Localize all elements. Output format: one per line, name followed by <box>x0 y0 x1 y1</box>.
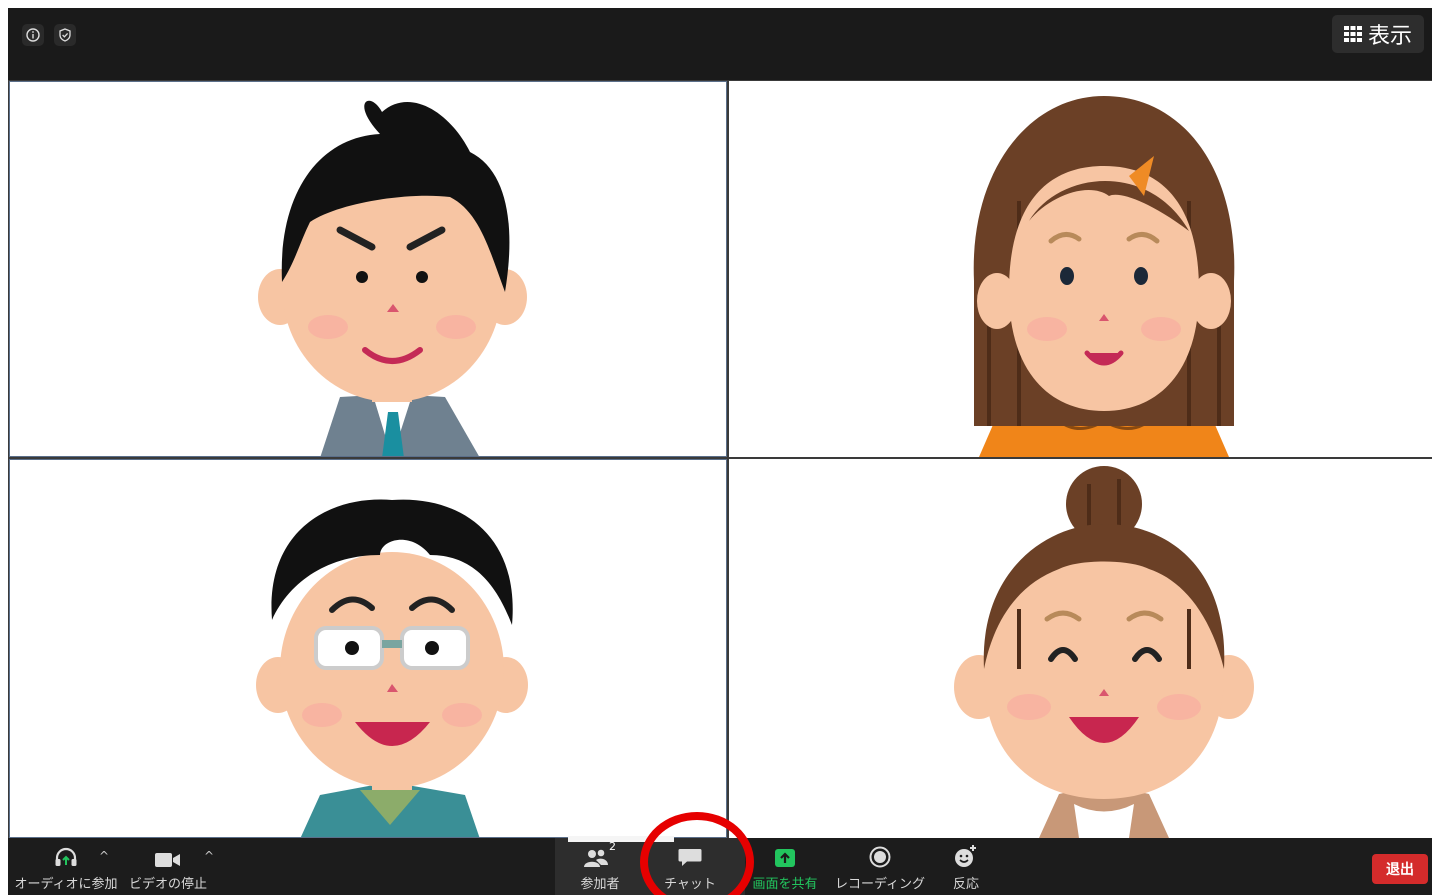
view-button-label: 表示 <box>1367 24 1412 49</box>
share-screen-icon <box>775 849 795 867</box>
video-gallery <box>8 80 1432 838</box>
participants-button[interactable]: 2 参加者 <box>568 838 632 895</box>
participant-video-tile[interactable] <box>729 81 1432 457</box>
meeting-info-icons <box>22 24 76 46</box>
participants-icon <box>584 849 608 867</box>
participant-video-tile[interactable] <box>9 81 727 457</box>
share-screen-label: 画面を共有 <box>752 877 818 892</box>
grid-view-icon <box>1343 26 1362 42</box>
man-suit-icon <box>258 100 527 456</box>
shield-check-icon[interactable] <box>54 24 76 46</box>
woman-bun-icon <box>954 466 1254 838</box>
emoji-plus-icon <box>955 845 976 867</box>
join-audio-label: オーディオに参加 <box>14 877 118 892</box>
share-screen-button[interactable]: 画面を共有 <box>748 838 822 895</box>
participants-label: 参加者 <box>580 877 620 892</box>
woman-long-hair-icon <box>973 96 1235 457</box>
info-icon[interactable] <box>22 24 44 46</box>
man-glasses-icon <box>256 499 528 837</box>
participant-video-tile[interactable] <box>729 459 1432 838</box>
reactions-label: 反応 <box>952 877 979 892</box>
view-button[interactable]: 表示 <box>1331 15 1424 53</box>
join-audio-button[interactable]: オーディオに参加 <box>14 838 118 895</box>
stop-video-button[interactable]: ビデオの停止 <box>128 838 208 895</box>
reactions-button[interactable]: 反応 <box>942 838 990 895</box>
participant-video-tile[interactable] <box>9 459 727 838</box>
record-label: レコーディング <box>834 877 926 892</box>
video-options-caret-icon[interactable]: ^ <box>204 849 214 863</box>
headphones-icon <box>55 847 77 866</box>
audio-options-caret-icon[interactable]: ^ <box>99 849 109 863</box>
video-camera-icon <box>155 853 180 867</box>
meeting-top-bar: 表示 <box>8 8 1432 80</box>
record-icon <box>869 846 891 868</box>
top-edge-gap <box>1155 0 1432 8</box>
record-button[interactable]: レコーディング <box>834 838 926 895</box>
leave-meeting-button[interactable]: 退出 <box>1372 854 1428 884</box>
stop-video-label: ビデオの停止 <box>128 877 207 892</box>
